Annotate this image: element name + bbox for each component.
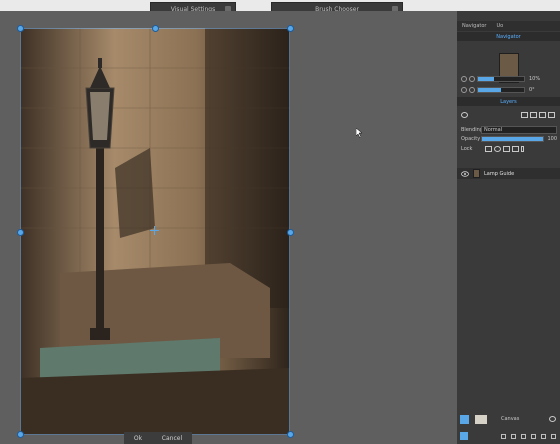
lock-label: Lock [461,146,473,152]
blending-row: Blending Normal [461,126,557,134]
transform-handle-right[interactable] [287,229,294,236]
opacity-slider[interactable] [481,136,545,142]
navigator-title: Navigator [496,33,521,40]
layer-menu-icon[interactable] [460,432,468,440]
canvas-eye-icon[interactable] [460,414,469,424]
rotation-row: 0° [461,86,557,94]
canvas-swatch[interactable] [475,414,487,424]
layer-item[interactable]: Lamp Guide [457,168,560,179]
navigator-header: Navigator [457,32,560,41]
rotate-right-icon[interactable] [469,87,475,93]
mouse-cursor-icon [356,128,363,138]
layers-header: Layers [457,97,560,106]
layers-title: Layers [500,98,517,105]
lock-text-icon[interactable] [512,146,519,152]
layer-columns-icon[interactable] [539,112,546,118]
tab-secondary[interactable]: Uo [491,23,508,29]
rotation-slider[interactable] [477,87,525,93]
layers-toolbar [461,111,557,119]
opacity-value: 100 [547,136,557,142]
blending-label: Blending [461,127,483,133]
right-panel: Navigator Uo Navigator 10% 0° Layers Ble… [457,11,560,444]
transform-action-bar: Ok Cancel [124,432,192,444]
panel-tab-strip: Navigator Uo [457,21,560,31]
duplicate-layer-icon[interactable] [511,433,516,439]
canvas-row: Canvas [457,413,560,425]
rotation-slider-fill [478,88,501,92]
transform-handle-left[interactable] [17,229,24,236]
zoom-value: 10% [529,76,541,82]
layer-name: Lamp Guide [484,170,515,177]
lock-alpha-icon[interactable] [494,146,501,152]
layer-visibility-icon[interactable] [461,112,468,118]
rotate-left-icon[interactable] [461,87,467,93]
layer-tool-icon[interactable] [521,112,528,118]
lock-icon[interactable] [485,146,492,152]
zoom-row: 10% [461,75,557,83]
zoom-in-icon[interactable] [469,76,475,82]
lock-position-icon[interactable] [503,146,510,152]
opacity-row: Opacity 100 [461,135,557,143]
rotation-value: 0° [529,87,535,93]
lock-more-icon[interactable] [521,146,524,152]
opacity-slider-fill [482,137,544,141]
eye-icon[interactable] [461,170,469,177]
opacity-label: Opacity [461,136,481,142]
transform-handle-top-left[interactable] [17,25,24,32]
layer-stack-icon[interactable] [548,112,555,118]
group-layer-icon[interactable] [521,433,526,439]
cancel-button[interactable]: Cancel [162,435,182,442]
new-layer-icon[interactable] [501,433,506,439]
canvas-label: Canvas [501,416,520,422]
tab-navigator[interactable]: Navigator [457,23,491,29]
layer-grid-icon[interactable] [530,112,537,118]
layer-thumbnail [473,169,480,178]
canvas-visibility-icon[interactable] [549,416,556,422]
delete-layer-icon[interactable] [551,433,556,439]
zoom-slider[interactable] [477,76,525,82]
zoom-out-icon[interactable] [461,76,467,82]
transform-handle-top-right[interactable] [287,25,294,32]
ok-button[interactable]: Ok [134,435,142,442]
transform-handle-bottom-left[interactable] [17,431,24,438]
layer-properties-icon[interactable] [531,433,536,439]
layers-footer-toolbar [457,431,560,441]
transform-center-icon[interactable] [150,226,159,235]
blending-select[interactable]: Normal [481,126,557,134]
transform-handle-top[interactable] [152,25,159,32]
transform-handle-bottom-right[interactable] [287,431,294,438]
lock-row: Lock [461,145,557,153]
zoom-slider-fill [478,77,495,81]
merge-layer-icon[interactable] [541,433,546,439]
